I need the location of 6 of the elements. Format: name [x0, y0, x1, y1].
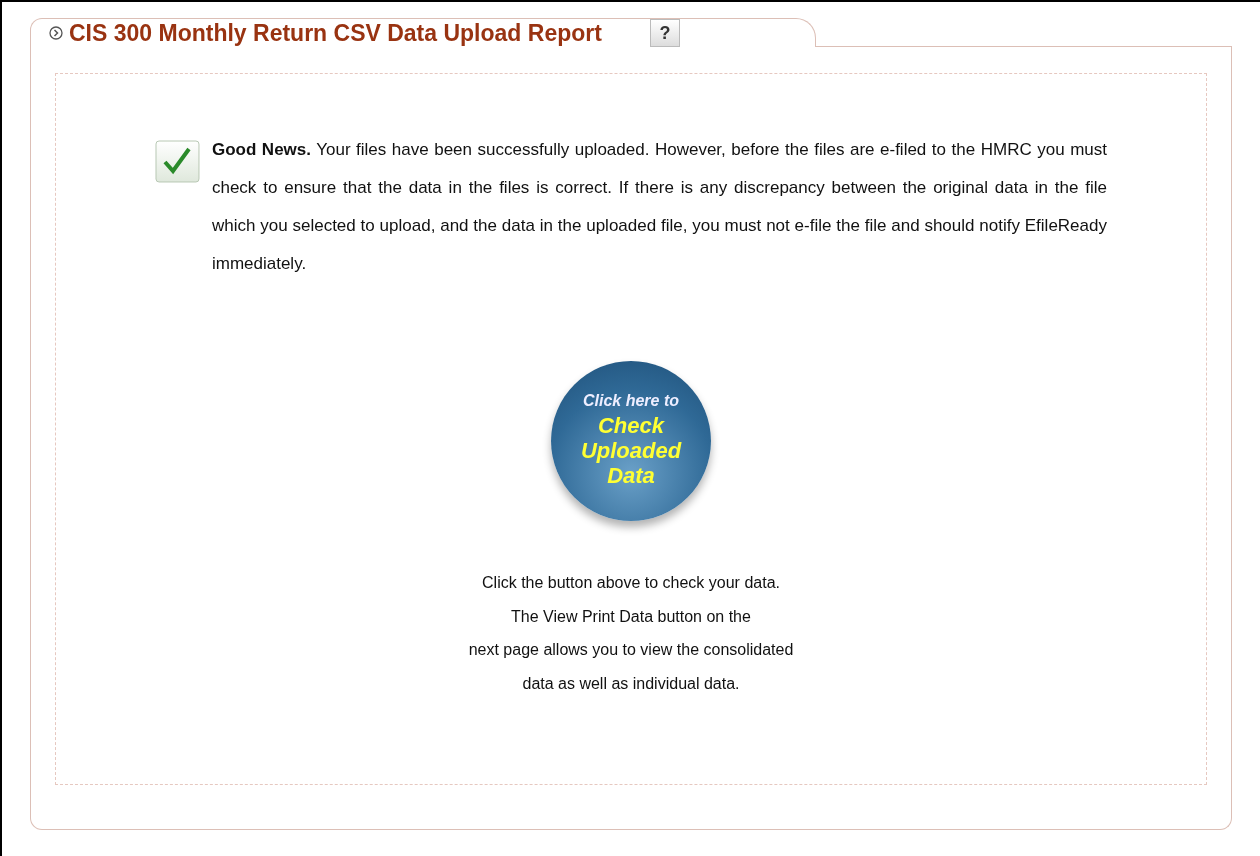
checkmark-icon	[155, 140, 201, 184]
panel-title: CIS 300 Monthly Return CSV Data Upload Report	[69, 21, 602, 45]
check-data-button[interactable]: Click here to Check Uploaded Data	[551, 361, 711, 521]
instruction-text: Click the button above to check your data. The View Print Data button on the next page allows you to view the consolidated data as well as individual data.	[468, 573, 794, 694]
notice-text: Good News. Your files have been successfully uploaded. However, before the files are e-filed to the HMRC you must check to ensure that the data in the files is correct. If there is any discrepancy between the original data in the file which you selected to upload, and the data in the uploaded file, you must not e-file the file and should notify EfileReady immediately.	[211, 139, 1107, 275]
help-button[interactable]: ?	[649, 19, 680, 47]
